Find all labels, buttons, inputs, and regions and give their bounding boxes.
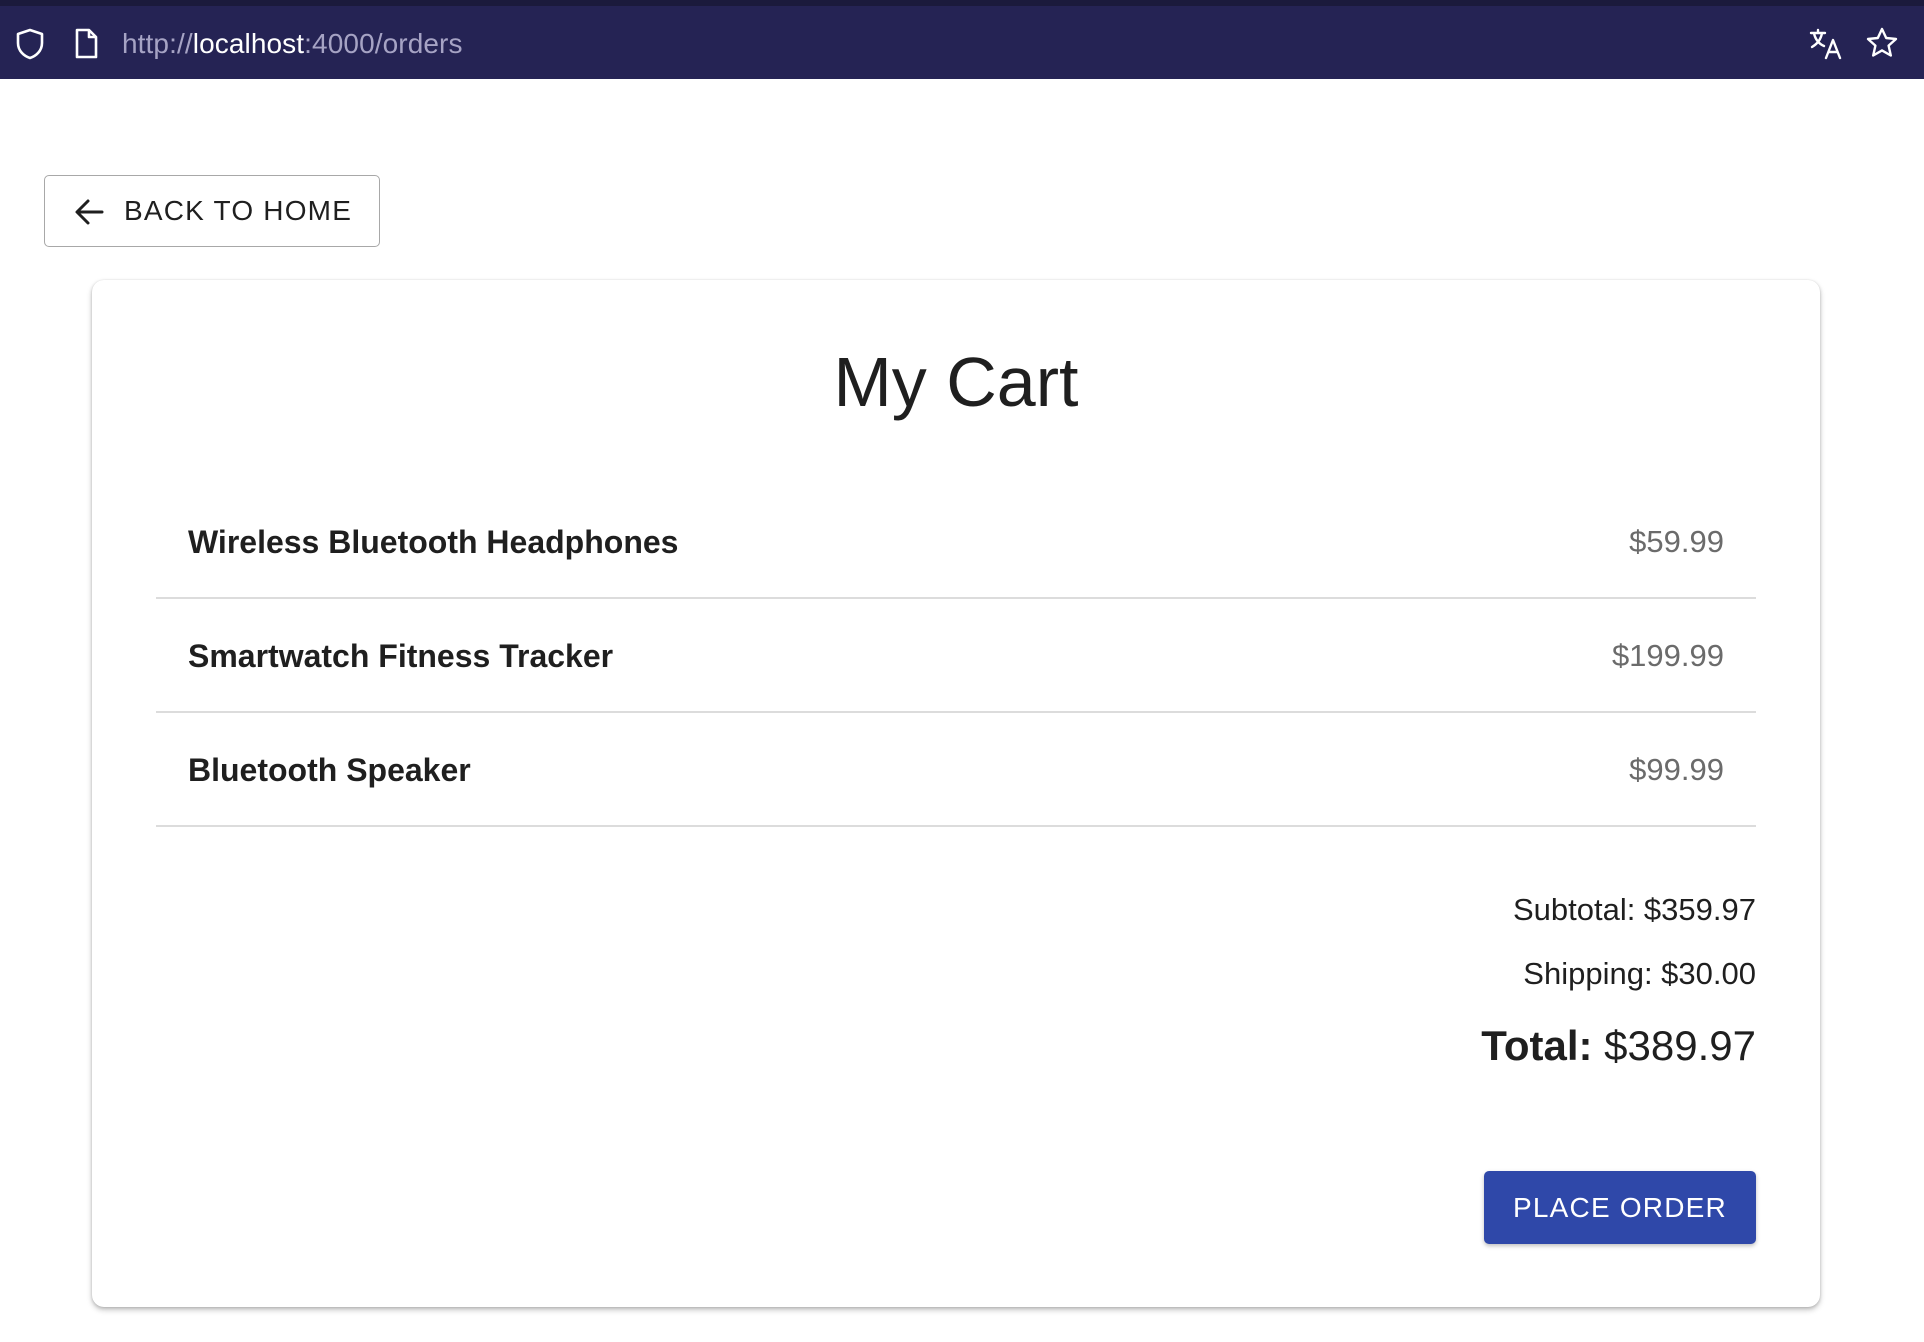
- url-path: :4000/orders: [304, 28, 463, 59]
- page-icon: [75, 28, 98, 59]
- total-value: $389.97: [1604, 1022, 1756, 1069]
- cart-item-list: Wireless Bluetooth Headphones $59.99 Sma…: [156, 485, 1756, 827]
- order-summary: Subtotal: $359.97 Shipping: $30.00 Total…: [1481, 890, 1756, 1074]
- total-text: Total: $389.97: [1481, 1018, 1756, 1074]
- shield-icon[interactable]: [14, 27, 46, 61]
- cart-item-name: Smartwatch Fitness Tracker: [188, 638, 614, 674]
- page-title: My Cart: [833, 343, 1079, 421]
- cart-item-price: $99.99: [1629, 752, 1724, 787]
- subtotal-text: Subtotal: $359.97: [1512, 892, 1756, 927]
- shipping-text: Shipping: $30.00: [1523, 956, 1756, 991]
- cart-item: Bluetooth Speaker $99.99: [156, 713, 1756, 827]
- cart-item-price: $199.99: [1611, 638, 1724, 673]
- bookmark-star-icon[interactable]: [1864, 25, 1900, 61]
- url-prefix: http://: [122, 28, 193, 59]
- address-bar[interactable]: http://localhost:4000/orders: [122, 24, 463, 64]
- arrow-left-icon: [75, 199, 104, 225]
- back-to-home-label: BACK TO HOME: [124, 195, 353, 226]
- cart-item: Smartwatch Fitness Tracker $199.99: [156, 599, 1756, 713]
- url-host: localhost: [192, 28, 305, 59]
- browser-toolbar: http://localhost:4000/orders: [0, 0, 1924, 79]
- total-label: Total:: [1481, 1022, 1593, 1069]
- cart-item-name: Wireless Bluetooth Headphones: [188, 524, 679, 560]
- translate-icon[interactable]: [1808, 26, 1844, 62]
- cart-card: My Cart Wireless Bluetooth Headphones $5…: [92, 280, 1820, 1307]
- cart-item-price: $59.99: [1629, 524, 1724, 559]
- cart-item-name: Bluetooth Speaker: [188, 752, 471, 788]
- cart-item: Wireless Bluetooth Headphones $59.99: [156, 485, 1756, 599]
- place-order-button[interactable]: PLACE ORDER: [1484, 1171, 1756, 1244]
- back-to-home-button[interactable]: BACK TO HOME: [44, 175, 380, 247]
